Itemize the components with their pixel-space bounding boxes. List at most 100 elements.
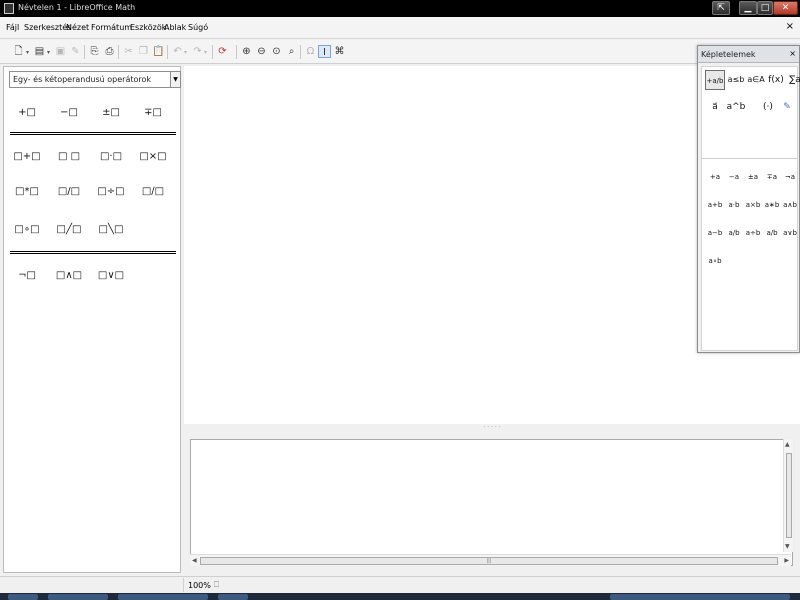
redo-icon[interactable]: ↷ (191, 45, 204, 58)
scroll-thumb[interactable] (786, 453, 792, 538)
close-icon[interactable]: × (789, 49, 796, 58)
taskbar-item[interactable] (8, 594, 38, 600)
menu-edit[interactable]: Szerkesztés (24, 23, 71, 32)
close-button[interactable]: ✕ (773, 1, 798, 15)
section-divider (10, 132, 176, 135)
ep-op-and[interactable]: a∧b (779, 198, 800, 212)
undo-icon[interactable]: ↶ (171, 45, 184, 58)
elements-window-title: Képletelemek (701, 50, 756, 59)
templates-dropdown-icon[interactable]: ▾ (47, 49, 50, 56)
category-select-value: Egy- és kétoperandusú operátorok (13, 75, 152, 84)
menu-help[interactable]: Súgó (188, 23, 208, 32)
restore-button[interactable]: ⇱ (712, 1, 730, 15)
chevron-down-icon[interactable]: ▼ (170, 72, 180, 87)
menu-view[interactable]: Nézet (66, 23, 89, 32)
formula-cursor-icon[interactable]: I (318, 45, 331, 58)
taskbar-item[interactable] (218, 594, 248, 600)
symbols-icon[interactable]: Ω (304, 45, 317, 58)
taskbar-tray[interactable] (610, 594, 790, 600)
show-all-icon[interactable]: ⌕ (285, 45, 298, 58)
window-title: Névtelen 1 - LibreOffice Math (18, 3, 136, 12)
copy-icon[interactable]: ❐ (137, 45, 150, 58)
paste-icon[interactable]: 📋 (152, 45, 165, 58)
ep-op-not[interactable]: ¬a (779, 170, 800, 184)
vertical-scrollbar[interactable]: ▲ ▼ (783, 439, 793, 552)
signature-icon[interactable]: ⎕ (214, 580, 219, 590)
op-wide-slash[interactable]: □╱□ (51, 217, 87, 243)
op-times[interactable]: □×□ (135, 144, 171, 170)
toolbar-separator (212, 45, 213, 59)
category-operators[interactable]: ∑a (785, 70, 800, 90)
op-unary-minus[interactable]: −□ (51, 100, 87, 126)
edit-icon[interactable]: ✎ (777, 97, 797, 117)
maximize-button[interactable]: □ (757, 1, 773, 15)
taskbar-item[interactable] (118, 594, 208, 600)
minimize-button[interactable]: ▁ (739, 1, 757, 15)
op-dot[interactable]: □·□ (93, 144, 129, 170)
category-set-operations[interactable]: a∈A (746, 70, 766, 90)
op-division[interactable]: □÷□ (93, 179, 129, 205)
elements-toggle-icon[interactable]: ⌘ (333, 45, 346, 58)
menu-window[interactable]: Ablak (164, 23, 186, 32)
update-icon[interactable]: ⟳ (216, 45, 229, 58)
status-bar: 100% ⎕ (0, 576, 800, 593)
undo-dropdown-icon[interactable]: ▾ (184, 49, 187, 56)
scroll-down-icon[interactable]: ▼ (785, 543, 790, 550)
op-plus-minus[interactable]: ±□ (93, 100, 129, 126)
category-attributes[interactable]: a⃗ (705, 97, 725, 117)
new-dropdown-icon[interactable]: ▾ (26, 49, 29, 56)
export-pdf-icon[interactable]: ⎘ (88, 45, 101, 58)
section-divider (10, 251, 176, 254)
elements-dock: Egy- és kétoperandusú operátorok ▼ +□ −□… (3, 66, 181, 573)
toolbar-separator (236, 45, 237, 59)
category-unary-binary[interactable]: +a/b (705, 70, 725, 90)
op-not[interactable]: ¬□ (9, 263, 45, 289)
scroll-thumb[interactable]: ||| (200, 557, 778, 565)
zoom-100-icon[interactable]: ⊙ (270, 45, 283, 58)
op-slash[interactable]: □∕□ (135, 179, 171, 205)
horizontal-scrollbar[interactable]: ◀ ||| ▶ (190, 554, 791, 566)
op-subtraction[interactable]: □ □ (51, 144, 87, 170)
save-icon[interactable]: ▣ (54, 45, 67, 58)
category-relations[interactable]: a≤b (726, 70, 746, 90)
category-select[interactable]: Egy- és kétoperandusú operátorok ▼ (9, 71, 181, 88)
redo-dropdown-icon[interactable]: ▾ (204, 49, 207, 56)
scroll-up-icon[interactable]: ▲ (785, 441, 790, 448)
templates-icon[interactable]: ▤ (33, 45, 46, 58)
ep-op-or[interactable]: a∨b (779, 226, 800, 240)
op-unary-plus[interactable]: +□ (9, 100, 45, 126)
op-minus-plus[interactable]: ∓□ (135, 100, 171, 126)
scroll-left-icon[interactable]: ◀ (192, 557, 197, 564)
op-fraction[interactable]: □/□ (51, 179, 87, 205)
op-and[interactable]: □∧□ (51, 263, 87, 289)
category-brackets[interactable]: (·) (758, 97, 778, 117)
zoom-in-icon[interactable]: ⊕ (240, 45, 253, 58)
op-or[interactable]: □∨□ (93, 263, 129, 289)
toolbar-separator (167, 45, 168, 59)
op-concatenate[interactable]: □∘□ (9, 217, 45, 243)
print-icon[interactable]: ⎙ (103, 45, 116, 58)
menu-file[interactable]: Fájl (6, 23, 19, 32)
splitter-handle[interactable]: · · · · · (184, 424, 800, 432)
zoom-out-icon[interactable]: ⊖ (255, 45, 268, 58)
menu-tools[interactable]: Eszközök (130, 23, 166, 32)
menu-format[interactable]: Formátum (91, 23, 132, 32)
taskbar-item[interactable] (48, 594, 108, 600)
toolbar-separator (300, 45, 301, 59)
cut-icon[interactable]: ✂ (122, 45, 135, 58)
op-asterisk[interactable]: □*□ (9, 179, 45, 205)
category-functions[interactable]: f(x) (766, 70, 786, 90)
elements-window-titlebar[interactable]: Képletelemek × (698, 46, 799, 63)
scroll-right-icon[interactable]: ▶ (784, 557, 789, 564)
ep-op-concatenate[interactable]: a∘b (704, 254, 726, 268)
op-addition[interactable]: □+□ (9, 144, 45, 170)
category-format[interactable]: a^b (726, 97, 746, 117)
edit-file-icon[interactable]: ✎ (69, 45, 82, 58)
formula-elements-window: Képletelemek × +a/b a≤b a∈A f(x) ∑a a⃗ a… (697, 45, 800, 353)
op-wide-backslash[interactable]: □╲□ (93, 217, 129, 243)
new-icon[interactable]: 🗋 (12, 45, 25, 58)
close-document-button[interactable]: × (786, 21, 794, 32)
status-separator (183, 578, 184, 592)
command-window: ▲ ▼ ◀ ||| ▶ (184, 432, 800, 573)
zoom-level[interactable]: 100% (188, 581, 211, 590)
